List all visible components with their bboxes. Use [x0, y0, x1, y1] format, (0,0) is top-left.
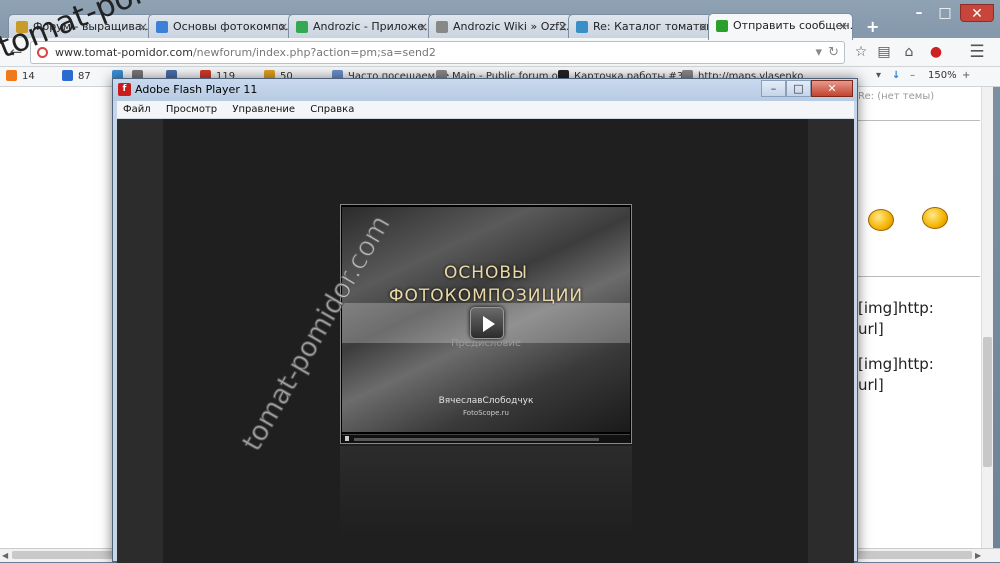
star-icon[interactable]: ☆: [850, 42, 872, 63]
browser-window: Форум - выращива... × Основы фотокомпо... ×…: [0, 0, 1000, 563]
tab-favicon-icon: [156, 21, 168, 33]
smiley-icon[interactable]: [868, 209, 894, 231]
scroll-right-icon[interactable]: ▶: [975, 551, 981, 560]
flash-menu-bar: Файл Просмотр Управление Справка: [117, 101, 854, 119]
flash-logo-icon: f: [118, 83, 131, 96]
menu-control[interactable]: Управление: [232, 104, 295, 115]
minimize-icon[interactable]: –: [908, 4, 930, 22]
menu-help[interactable]: Справка: [310, 104, 354, 115]
tab-3[interactable]: Androzic - Приложе... ×: [288, 14, 433, 39]
tab-close-icon[interactable]: ×: [836, 19, 850, 33]
flash-title: Adobe Flash Player 11: [135, 83, 258, 96]
tab-label: Отправить сообщен...: [733, 19, 853, 32]
video-title-line-1: ОСНОВЫ: [443, 263, 529, 283]
scroll-left-icon[interactable]: ◀: [2, 551, 8, 560]
seek-bar[interactable]: [354, 438, 599, 441]
address-path: /newforum/index.php?action=pm;sa=send2: [192, 46, 436, 59]
zoom-out-icon[interactable]: –: [910, 70, 915, 81]
tab-favicon-icon: [576, 21, 588, 33]
divider: [858, 276, 980, 277]
bookmark-icon: [62, 70, 73, 81]
address-bar[interactable]: www.tomat-pomidor.com/newforum/index.php…: [30, 41, 845, 64]
window-controls: – □ ✕: [908, 4, 994, 22]
post-line-4: url]: [858, 376, 884, 394]
tab-2[interactable]: Основы фотокомпо... ×: [148, 14, 293, 39]
divider: [858, 120, 980, 121]
flash-window-controls: – □ ✕: [761, 80, 853, 97]
flash-title-bar[interactable]: f Adobe Flash Player 11 – □ ✕: [113, 79, 857, 101]
download-icon[interactable]: ↓: [892, 70, 900, 81]
reload-icon[interactable]: ↻: [828, 45, 839, 60]
minimize-icon[interactable]: –: [761, 80, 786, 97]
reading-list-icon[interactable]: ▤: [873, 42, 895, 63]
video-site: FotoScope.ru: [463, 409, 509, 417]
scrollbar-thumb[interactable]: [983, 337, 992, 467]
smiley-icon[interactable]: [922, 207, 948, 229]
video-author: ВячеславСлободчук: [438, 396, 534, 406]
post-area: Re: (нет темы) [img]http: url] [img]http…: [858, 87, 998, 549]
home-icon[interactable]: ⌂: [898, 42, 920, 63]
play-icon[interactable]: [470, 307, 504, 339]
menu-icon[interactable]: ☰: [966, 42, 988, 63]
tab-favicon-icon: [296, 21, 308, 33]
close-icon[interactable]: ✕: [960, 4, 994, 22]
tab-label: Androzic - Приложе...: [313, 20, 433, 33]
video-controls: [342, 434, 630, 443]
video-reflection: [340, 446, 632, 536]
post-line-3: [img]http:: [858, 355, 934, 373]
address-host: www.tomat-pomidor.com: [55, 46, 193, 59]
post-subject: Re: (нет темы): [858, 91, 935, 102]
new-tab-button[interactable]: +: [866, 17, 879, 36]
bookmark-icon: [6, 70, 17, 81]
tab-label: Основы фотокомпо...: [173, 20, 293, 33]
dropdown-icon[interactable]: ▾: [815, 45, 822, 60]
bookmark-label: 14: [22, 71, 35, 82]
adblock-icon[interactable]: ●: [925, 42, 947, 63]
maximize-icon[interactable]: □: [786, 80, 811, 97]
zoom-in-icon[interactable]: +: [962, 70, 970, 81]
stage-side-panel: [117, 119, 163, 563]
flash-player-window: f Adobe Flash Player 11 – □ ✕ Файл Просм…: [112, 78, 858, 563]
flash-stage: ОСНОВЫ ФОТОКОМПОЗИЦИИ Предисловие Вячесл…: [117, 119, 854, 563]
pause-icon[interactable]: [345, 436, 349, 441]
tab-strip: Форум - выращива... × Основы фотокомпо... ×…: [8, 12, 908, 40]
maximize-icon[interactable]: □: [934, 4, 956, 22]
stage-side-panel: [808, 119, 854, 563]
close-icon[interactable]: ✕: [811, 80, 853, 97]
menu-file[interactable]: Файл: [123, 104, 151, 115]
bookmark-item[interactable]: 87: [62, 70, 91, 82]
tab-favicon-icon: [436, 21, 448, 33]
bookmark-item[interactable]: 14: [6, 70, 35, 82]
tab-6[interactable]: Отправить сообщен... ×: [708, 13, 853, 40]
post-line-2: url]: [858, 320, 884, 338]
zoom-level: 150%: [928, 70, 957, 81]
bookmark-dropdown-icon[interactable]: ▾: [876, 70, 881, 81]
menu-view[interactable]: Просмотр: [166, 104, 217, 115]
video-subtitle: Предисловие: [451, 338, 521, 349]
tab-label: Re: Каталог томатов...: [593, 20, 713, 33]
vertical-scrollbar[interactable]: [981, 87, 993, 549]
tab-favicon-icon: [716, 20, 728, 32]
post-line-1: [img]http:: [858, 299, 934, 317]
tab-5[interactable]: Re: Каталог томатов... ×: [568, 14, 713, 39]
bookmark-label: 87: [78, 71, 91, 82]
